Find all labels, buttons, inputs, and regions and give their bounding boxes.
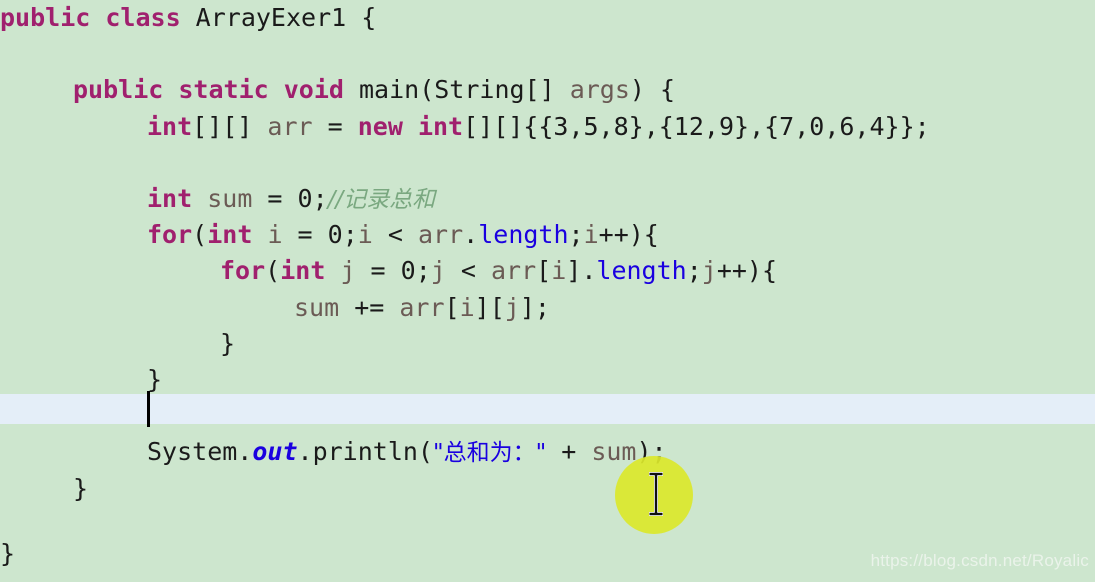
- token-punctuation: ) {: [629, 75, 676, 105]
- token-variable: i: [267, 220, 283, 250]
- code-line-8[interactable]: for(int j = 0;j < arr[i].length;j++){: [0, 253, 1095, 289]
- token-variable: arr: [399, 292, 445, 322]
- token-brace: }: [73, 473, 89, 503]
- token-field: length: [596, 256, 687, 286]
- token-bracket: ].: [566, 256, 597, 286]
- code-line-6[interactable]: int sum = 0;//记录总和: [0, 181, 1095, 217]
- code-line-7[interactable]: for(int i = 0;i < arr.length;i++){: [0, 217, 1095, 253]
- token-method-call: .println(: [297, 437, 433, 467]
- token-variable: sum: [591, 437, 637, 467]
- code-line-2[interactable]: [0, 36, 1095, 72]
- token-keyword: int: [147, 111, 193, 141]
- code-line-12-cursor-line[interactable]: [0, 398, 1095, 434]
- token-bracket: ][: [474, 292, 505, 322]
- token-comment: //记录总和: [327, 187, 436, 213]
- token-keyword: new int: [357, 111, 464, 141]
- token-punctuation: ;: [342, 220, 358, 250]
- token-parameter: args: [569, 75, 630, 105]
- token-number: 0: [400, 256, 416, 286]
- token-keyword: public class: [0, 3, 196, 32]
- code-line-9[interactable]: sum += arr[i][j];: [0, 290, 1095, 326]
- token-punctuation: ;: [686, 256, 702, 286]
- code-line-5[interactable]: [0, 145, 1095, 181]
- token-keyword: public static void: [73, 75, 359, 105]
- token-variable: j: [340, 256, 356, 286]
- token-brace: }: [0, 539, 16, 568]
- token-punctuation: ;: [312, 184, 328, 213]
- token-operator: =: [312, 111, 358, 141]
- token-operator: +=: [339, 292, 400, 322]
- token-dot: .: [463, 220, 479, 250]
- token-keyword: for: [220, 256, 266, 286]
- token-operator: =: [355, 256, 401, 286]
- token-bracket: [: [536, 256, 552, 286]
- ibeam-cursor-icon: [649, 472, 663, 516]
- token-variable: j: [701, 256, 717, 286]
- token-classname: System.: [147, 437, 253, 467]
- token-punctuation: ;: [568, 220, 584, 250]
- token-variable: i: [551, 256, 567, 286]
- token-operator: ++){: [598, 220, 659, 250]
- token-punctuation: (: [265, 256, 281, 286]
- token-keyword: int: [147, 184, 208, 213]
- token-bracket: [: [444, 292, 460, 322]
- code-line-10[interactable]: }: [0, 326, 1095, 362]
- token-field: length: [478, 220, 569, 250]
- token-brace: }: [220, 328, 236, 358]
- token-number: 0: [297, 184, 313, 213]
- token-variable: i: [459, 292, 475, 322]
- code-line-14[interactable]: }: [0, 471, 1095, 507]
- code-line-3[interactable]: public static void main(String[] args) {: [0, 72, 1095, 108]
- token-keyword: int: [280, 256, 341, 286]
- token-variable: j: [430, 256, 446, 286]
- token-variable: arr: [418, 220, 464, 250]
- token-variable: i: [357, 220, 373, 250]
- token-punctuation: (: [192, 220, 208, 250]
- token-variable: sum: [294, 292, 340, 322]
- token-variable: arr: [267, 111, 313, 141]
- token-operator: =: [252, 184, 298, 213]
- token-classname: ArrayExer1 {: [195, 3, 377, 32]
- watermark-text: https://blog.csdn.net/Royalic: [870, 550, 1089, 570]
- token-string-literal: "总和为：": [432, 440, 547, 467]
- token-number: 0: [327, 220, 343, 250]
- code-editor-window[interactable]: public class ArrayExer1 { public static …: [0, 0, 1095, 582]
- token-brace: }: [147, 365, 163, 394]
- code-line-11[interactable]: }: [0, 362, 1095, 398]
- code-line-1[interactable]: public class ArrayExer1 {: [0, 0, 1095, 36]
- token-punctuation: ;: [415, 256, 431, 286]
- token-operator: ++){: [716, 256, 778, 286]
- token-brackets: [][]: [192, 111, 268, 141]
- code-line-4[interactable]: int[][] arr = new int[][]{{3,5,8},{12,9}…: [0, 109, 1095, 145]
- token-method-signature: main(String[]: [358, 75, 570, 105]
- token-operator: =: [282, 220, 328, 250]
- token-operator: +: [546, 437, 592, 467]
- token-static-field: out: [252, 437, 298, 467]
- token-variable: arr: [491, 256, 537, 286]
- token-operator: <: [445, 256, 491, 286]
- code-content[interactable]: public class ArrayExer1 { public static …: [0, 0, 1095, 582]
- token-punctuation: ];: [519, 292, 550, 322]
- code-line-13[interactable]: System.out.println("总和为：" + sum);: [0, 434, 1095, 470]
- token-variable: i: [583, 220, 599, 250]
- token-array-literal: [][]{{3,5,8},{12,9},{7,0,6,4}};: [463, 111, 930, 141]
- token-variable: sum: [207, 184, 253, 213]
- token-keyword: int: [207, 220, 268, 250]
- token-keyword: for: [147, 220, 193, 250]
- text-caret: [147, 391, 150, 427]
- token-variable: j: [504, 292, 520, 322]
- token-operator: <: [372, 220, 418, 250]
